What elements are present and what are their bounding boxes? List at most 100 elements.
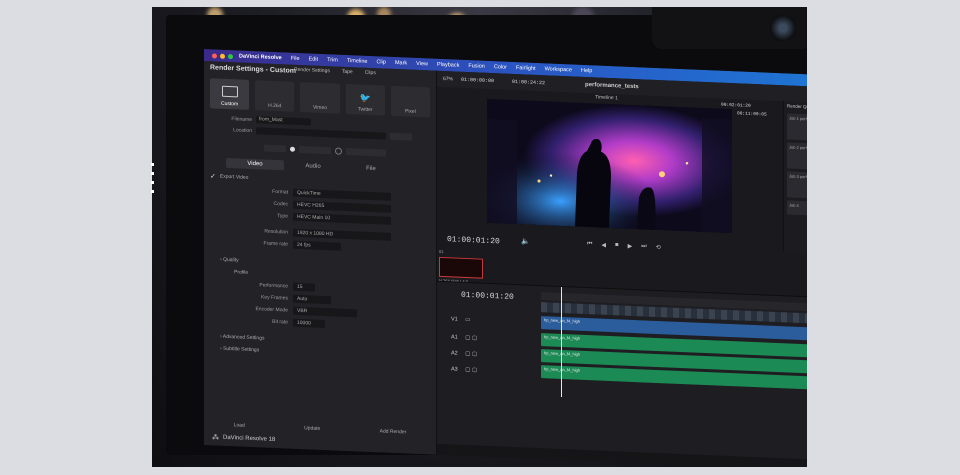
render-job[interactable]: Job 2 perfor (787, 142, 807, 170)
photo-background: DaVinci Resolve File Edit Trim Timeline … (152, 7, 807, 467)
mute-icon[interactable]: ▢ (465, 335, 470, 341)
minimize-window-icon[interactable] (220, 53, 225, 59)
preset-label: H.264 (268, 102, 282, 110)
add-render-button[interactable]: Add Render (380, 428, 407, 435)
tab-audio[interactable]: Audio (284, 160, 342, 172)
playhead[interactable] (561, 286, 562, 398)
skip-to-start-icon[interactable]: ⏮ (587, 241, 592, 248)
edge-mark (151, 190, 154, 193)
clip-thumbnail[interactable] (439, 256, 483, 279)
mute-icon[interactable]: ▢ (465, 351, 470, 357)
tab-video[interactable]: Video (226, 157, 284, 171)
menu-edit[interactable]: Edit (309, 56, 318, 62)
section-label: Subtitle Settings (223, 345, 260, 354)
menu-trim[interactable]: Trim (327, 57, 338, 63)
maximize-window-icon[interactable] (228, 53, 233, 59)
preset-h264[interactable]: H.264 (255, 80, 295, 112)
menu-view[interactable]: View (416, 61, 428, 67)
menu-clip[interactable]: Clip (376, 59, 385, 65)
solo-icon[interactable]: ▢ (472, 367, 477, 373)
menu-file[interactable]: File (291, 56, 300, 62)
render-job[interactable]: Job 1 perfor (787, 113, 807, 141)
preset-pixel[interactable]: Pixel (390, 85, 431, 118)
monitor-icon (221, 85, 238, 98)
menu-mark[interactable]: Mark (395, 60, 407, 67)
menu-workspace[interactable]: Workspace (545, 66, 572, 73)
single-clip-radio[interactable] (290, 146, 295, 152)
skip-to-end-icon[interactable]: ⏭ (641, 243, 646, 250)
checkmark-icon[interactable]: ✓ (210, 172, 216, 180)
footer-brand: DaVinci Resolve 18 (223, 434, 276, 443)
video-settings-list: Format QuickTime Codec HEVC H265 Type HE… (204, 183, 436, 257)
project-title: performance_tests (585, 81, 639, 91)
frame-rate-label: Frame rate (263, 240, 288, 248)
key-frames-select[interactable]: Auto (293, 294, 331, 305)
edit-area: 67% 01:00:00:00 01:00:24:22 performance_… (437, 70, 807, 467)
filename-label: Filename (231, 115, 252, 123)
render-job[interactable]: Job 3 perfor (787, 171, 807, 199)
preset-custom[interactable]: Custom (210, 78, 250, 110)
type-label: Type (277, 213, 288, 220)
zoom-level[interactable]: 67% (443, 76, 453, 82)
menu-help[interactable]: Help (581, 68, 592, 74)
individual-clips-option[interactable] (346, 147, 386, 157)
close-window-icon[interactable] (212, 52, 217, 59)
film-icon[interactable]: ▭ (465, 317, 470, 323)
solo-icon[interactable]: ▢ (472, 351, 477, 357)
load-button[interactable]: Load (234, 422, 245, 428)
job-label: Job 4 (789, 202, 799, 208)
performance-input[interactable]: 15 (293, 282, 315, 292)
audio-speaker-icon[interactable]: 🔈 (521, 237, 530, 245)
browse-button[interactable] (390, 132, 412, 141)
bit-rate-label: Bit rate (272, 318, 288, 326)
edge-mark (151, 172, 154, 175)
tab-file[interactable]: File (342, 163, 400, 175)
play-icon[interactable]: ▶ (628, 243, 633, 250)
type-select[interactable]: HEVC Main 10 (293, 212, 391, 225)
loop-icon[interactable]: ⟲ (656, 244, 661, 251)
app-footer: ⁂ DaVinci Resolve 18 (212, 433, 275, 444)
update-button[interactable]: Update (304, 425, 320, 432)
individual-clips-radio[interactable] (335, 147, 342, 155)
bit-rate-input[interactable]: 10000 (293, 318, 325, 329)
timeline-timecode: 01:00:01:20 (461, 290, 514, 302)
section-label: Advanced Settings (222, 333, 265, 342)
mute-icon[interactable]: ▢ (465, 367, 470, 373)
job-label: Job 1 (789, 115, 799, 121)
menu-playback[interactable]: Playback (437, 62, 459, 69)
encoder-mode-label: Encoder Mode (255, 306, 288, 314)
transport-controls: ⏮ ◀ ■ ▶ ⏭ ⟲ (587, 241, 661, 251)
preset-vimeo[interactable]: Vimeo (300, 82, 340, 114)
menu-fusion[interactable]: Fusion (468, 63, 485, 70)
play-reverse-icon[interactable]: ◀ (601, 242, 606, 249)
preset-label: Pixel (404, 108, 416, 115)
solo-icon[interactable]: ▢ (472, 335, 477, 341)
section-label: Quality (223, 256, 239, 264)
timecode-start: 01:00:00:00 (461, 76, 495, 85)
preset-twitter[interactable]: 🐦 Twitter (345, 83, 385, 116)
filename-input[interactable]: from_Mast (256, 116, 311, 126)
stop-icon[interactable]: ■ (615, 242, 619, 249)
frame-rate-select[interactable]: 24 fps (293, 240, 341, 251)
preset-label: Custom (220, 100, 239, 108)
menu-color[interactable]: Color (494, 64, 507, 71)
job-label: Job 2 (789, 144, 799, 150)
clip-name: hp_new_an_f4_high (544, 317, 581, 324)
menu-timeline[interactable]: Timeline (347, 58, 368, 65)
clip-name: hp_new_an_f4_high (544, 334, 581, 341)
key-frames-label: Key Frames (261, 294, 288, 302)
toolbar-tape[interactable]: Tape (342, 69, 353, 75)
app-menu-name[interactable]: DaVinci Resolve (239, 53, 282, 61)
track-label: V1 (451, 316, 458, 323)
location-input[interactable] (256, 127, 386, 140)
render-job[interactable]: Job 4 (787, 200, 807, 216)
video-preview[interactable] (487, 98, 732, 234)
encoder-mode-select[interactable]: VBR (293, 306, 357, 318)
single-clip-option[interactable] (299, 145, 331, 155)
quality-settings-list: Performance 15 Key Frames Auto Encoder M… (204, 277, 436, 335)
toolbar-clips[interactable]: Clips (365, 70, 376, 76)
timeline-selector[interactable]: Timeline 1 (595, 94, 618, 101)
timecode-duration: 01:00:24:22 (512, 78, 546, 87)
menu-fairlight[interactable]: Fairlight (516, 65, 536, 72)
edge-mark (151, 181, 154, 184)
